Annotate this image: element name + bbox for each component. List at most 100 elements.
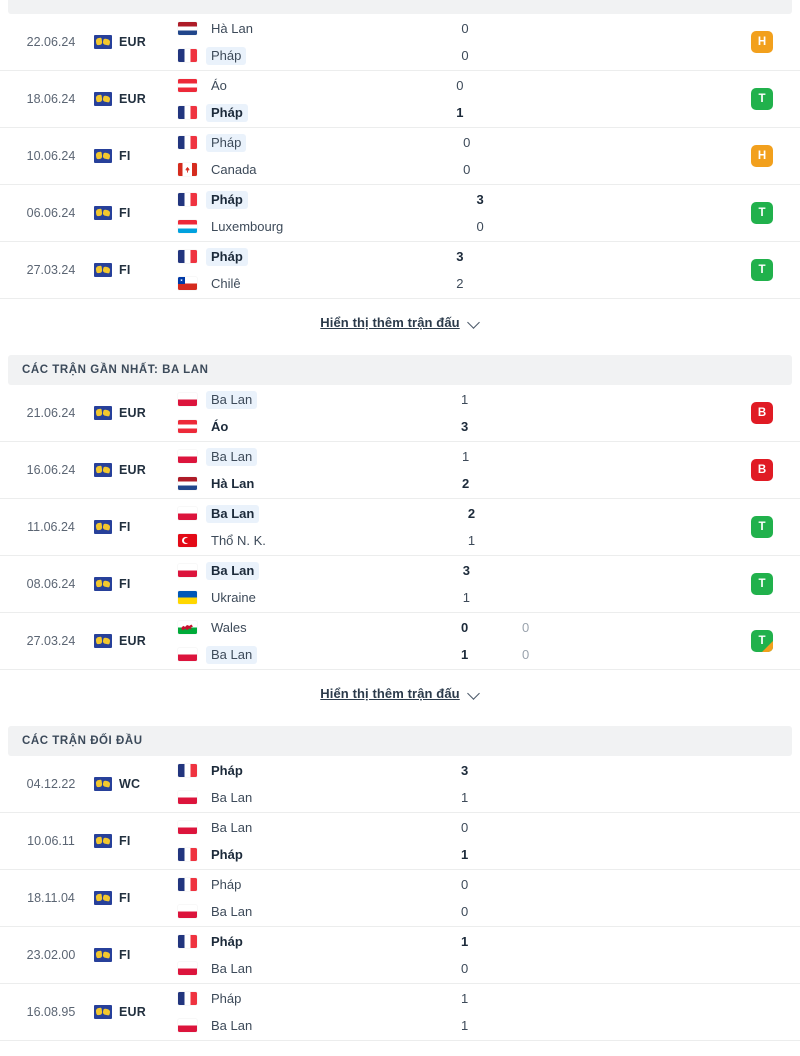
- home-score: 0: [460, 820, 469, 835]
- competition[interactable]: WC: [94, 777, 172, 791]
- match-row[interactable]: 27.03.24 EUR Wales Ba Lan 0 1 0 0 T: [0, 613, 800, 670]
- status-badge-letter: B: [757, 464, 767, 476]
- match-row[interactable]: 23.02.00 FI Pháp Ba Lan 1 0: [0, 927, 800, 984]
- flag-icon: [178, 136, 197, 149]
- team-name[interactable]: Pháp: [206, 846, 248, 864]
- competition[interactable]: EUR: [94, 1005, 172, 1019]
- match-row[interactable]: 27.03.24 FI Pháp Chilê 3 2 T: [0, 242, 800, 299]
- away-score: 1: [460, 790, 469, 805]
- match-row[interactable]: 18.06.24 EUR Áo Pháp 0 1 T: [0, 71, 800, 128]
- match-row[interactable]: 18.11.04 FI Pháp Ba Lan 0 0: [0, 870, 800, 927]
- match-row[interactable]: 04.12.22 WC Pháp Ba Lan 3 1: [0, 756, 800, 813]
- team-name[interactable]: Thổ N. K.: [206, 532, 271, 550]
- team-name[interactable]: Canada: [206, 161, 262, 179]
- team-name[interactable]: Ba Lan: [206, 561, 260, 580]
- show-more-label[interactable]: Hiển thị thêm trận đấu: [320, 315, 459, 330]
- match-row[interactable]: 06.06.24 FI Pháp Luxembourg 3 0 T: [0, 185, 800, 242]
- match-row[interactable]: 16.06.24 EUR Ba Lan Hà Lan 1 2 B: [0, 442, 800, 499]
- team-name[interactable]: Pháp: [206, 762, 248, 780]
- team-name[interactable]: Pháp: [206, 990, 246, 1008]
- chevron-down-icon[interactable]: [468, 316, 480, 328]
- match-row[interactable]: 16.08.95 EUR Pháp Ba Lan 1 1: [0, 984, 800, 1041]
- team-name[interactable]: Pháp: [206, 247, 248, 266]
- match-row[interactable]: 08.06.24 FI Ba Lan Ukraine 3 1 T: [0, 556, 800, 613]
- team-home: Ba Lan: [178, 818, 434, 837]
- teams: Pháp Ba Lan: [172, 761, 434, 807]
- team-name[interactable]: Ba Lan: [206, 1017, 257, 1035]
- match-date: 18.06.24: [26, 92, 76, 106]
- flag-icon: [178, 621, 197, 634]
- match-row[interactable]: 10.06.24 FI Pháp Canada 0 0 H: [0, 128, 800, 185]
- match-date: 16.06.24: [26, 463, 76, 477]
- away-score-secondary: [496, 1016, 556, 1035]
- competition[interactable]: FI: [94, 834, 172, 848]
- team-name[interactable]: Ba Lan: [206, 645, 258, 664]
- show-more-recent-france[interactable]: Hiển thị thêm trận đấu: [0, 299, 800, 345]
- competition[interactable]: FI: [94, 891, 172, 905]
- away-score-secondary: [496, 417, 556, 436]
- home-score-secondary: [491, 247, 551, 266]
- competition[interactable]: FI: [94, 149, 172, 163]
- team-name[interactable]: Pháp: [206, 876, 246, 894]
- competition[interactable]: FI: [94, 206, 172, 220]
- team-name[interactable]: Ba Lan: [206, 390, 258, 409]
- home-score: 0: [456, 78, 464, 93]
- competition[interactable]: EUR: [94, 92, 172, 106]
- team-home: Pháp: [178, 932, 434, 951]
- team-name[interactable]: Wales: [206, 619, 252, 637]
- team-name[interactable]: Ba Lan: [206, 447, 258, 466]
- team-name[interactable]: Ba Lan: [206, 504, 260, 523]
- competition[interactable]: FI: [94, 263, 172, 277]
- team-name[interactable]: Chilê: [206, 275, 246, 293]
- show-more-label[interactable]: Hiển thị thêm trận đấu: [320, 686, 459, 701]
- match-date: 27.03.24: [26, 634, 76, 648]
- show-more-recent-poland[interactable]: Hiển thị thêm trận đấu: [0, 670, 800, 716]
- competition[interactable]: EUR: [94, 35, 172, 49]
- chevron-down-icon[interactable]: [468, 687, 480, 699]
- competition[interactable]: EUR: [94, 406, 172, 420]
- competition[interactable]: EUR: [94, 463, 172, 477]
- competition[interactable]: FI: [94, 520, 172, 534]
- flag-icon: [178, 277, 197, 290]
- match-row[interactable]: 22.06.24 EUR Hà Lan Pháp 0 0 H: [0, 14, 800, 71]
- competition-label: EUR: [119, 634, 146, 648]
- teams: Ba Lan Thổ N. K.: [172, 504, 440, 550]
- match-date: 23.02.00: [26, 948, 76, 962]
- competition[interactable]: EUR: [94, 634, 172, 648]
- secondary-score-column: [491, 76, 551, 122]
- flag-icon: [178, 1019, 197, 1032]
- team-name[interactable]: Hà Lan: [206, 20, 258, 38]
- team-name[interactable]: Ba Lan: [206, 903, 257, 921]
- flag-icon: [178, 534, 197, 547]
- team-name[interactable]: Hà Lan: [206, 475, 259, 493]
- world-globe-icon: [94, 777, 112, 791]
- match-date: 18.11.04: [27, 891, 75, 905]
- team-name[interactable]: Ba Lan: [206, 960, 257, 978]
- team-home: Ba Lan: [178, 390, 434, 409]
- teams: Ba Lan Áo: [172, 390, 434, 436]
- team-name[interactable]: Pháp: [206, 133, 247, 152]
- result-badge-cell: T: [732, 88, 792, 110]
- match-row[interactable]: 21.06.24 EUR Ba Lan Áo 1 3 B: [0, 385, 800, 442]
- team-name[interactable]: Ba Lan: [206, 789, 257, 807]
- team-name[interactable]: Pháp: [206, 103, 248, 122]
- away-score: 1: [456, 105, 464, 120]
- team-name[interactable]: Pháp: [206, 190, 248, 209]
- match-date: 27.03.24: [26, 263, 76, 277]
- team-name[interactable]: Ukraine: [206, 589, 261, 607]
- competition-label: FI: [119, 834, 131, 848]
- competition[interactable]: FI: [94, 577, 172, 591]
- world-globe-icon: [94, 406, 112, 420]
- flag-icon: [178, 821, 197, 834]
- team-name[interactable]: Pháp: [206, 46, 247, 65]
- team-name[interactable]: Ba Lan: [206, 819, 257, 837]
- team-name[interactable]: Pháp: [206, 933, 248, 951]
- team-name[interactable]: Luxembourg: [206, 218, 288, 236]
- score-column: 21: [440, 504, 502, 550]
- match-row[interactable]: 11.06.24 FI Ba Lan Thổ N. K. 2 1 T: [0, 499, 800, 556]
- match-row[interactable]: 10.06.11 FI Ba Lan Pháp 0 1: [0, 813, 800, 870]
- competition[interactable]: FI: [94, 948, 172, 962]
- home-score: 2: [467, 506, 476, 521]
- team-name[interactable]: Áo: [206, 418, 233, 436]
- team-name[interactable]: Áo: [206, 77, 232, 95]
